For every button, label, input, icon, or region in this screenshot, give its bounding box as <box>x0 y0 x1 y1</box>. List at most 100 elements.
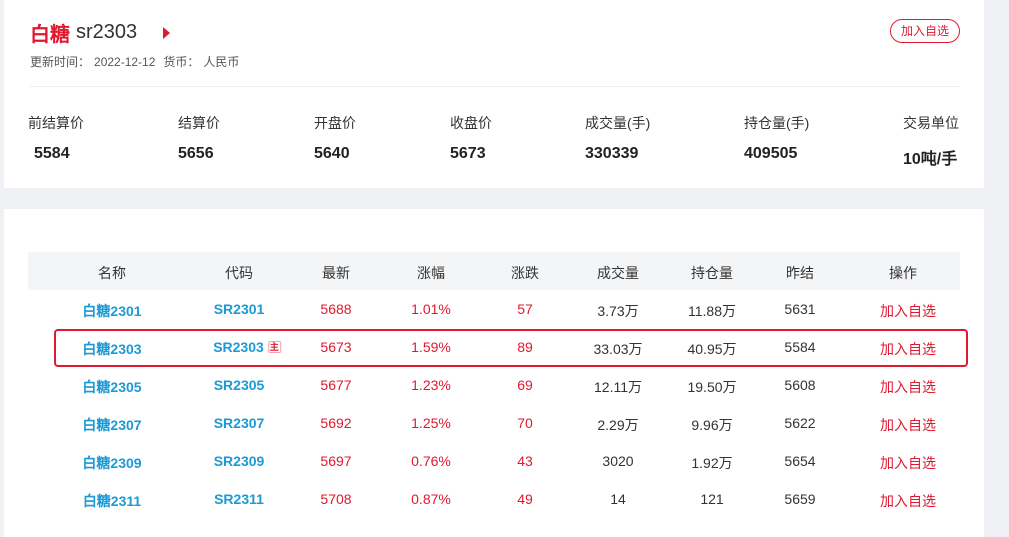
volume: 3020 <box>602 453 634 469</box>
stat-label: 开盘价 <box>314 115 356 131</box>
currency-label: 货币： <box>163 55 200 69</box>
contract-name-link[interactable]: 白糖2305 <box>82 377 141 397</box>
prev-settle: 5584 <box>784 339 816 355</box>
change-percent: 0.76% <box>411 453 451 469</box>
prev-settle: 5631 <box>784 301 816 317</box>
volume: 33.03万 <box>593 341 643 357</box>
change-percent: 1.01% <box>411 301 451 317</box>
update-time: 2022-12-12 <box>94 55 156 69</box>
table-row: 白糖2307 SR2307 5692 1.25% 70 2.29万 9.96万 5622 加入自… <box>28 404 960 442</box>
add-to-watchlist-link[interactable]: 加入自选 <box>880 491 936 511</box>
stat-volume: 成交量(手) 330339 <box>585 113 650 163</box>
stat-label: 结算价 <box>178 115 220 131</box>
column-header[interactable]: 代码 <box>225 263 253 283</box>
caret-right-icon[interactable] <box>163 26 171 39</box>
add-to-watchlist-link[interactable]: 加入自选 <box>880 301 936 321</box>
stat-label: 成交量(手) <box>585 115 651 131</box>
stat-label: 持仓量(手) <box>744 115 810 131</box>
stat-value: 330339 <box>585 145 639 162</box>
table-header: 名称 代码 最新 涨幅 涨跌 成交量 持仓量 昨结 操作 <box>28 252 960 290</box>
meta-info: 更新时间： 2022-12-12 货币： 人民币 <box>30 53 243 70</box>
contract-code-link[interactable]: SR2303 主 <box>213 339 281 355</box>
stat-label: 前结算价 <box>28 115 84 131</box>
stat-settle: 结算价 5656 <box>178 113 220 163</box>
prev-settle: 5654 <box>784 453 816 469</box>
column-header[interactable]: 名称 <box>98 263 126 283</box>
contract-summary-card: 白糖 sr2303 更新时间： 2022-12-12 货币： 人民币 加入自选 前结算… <box>4 0 984 188</box>
contract-name-link[interactable]: 白糖2301 <box>82 301 141 321</box>
contract-title: 白糖 sr2303 <box>30 18 171 47</box>
stat-open-interest: 持仓量(手) 409505 <box>744 113 809 163</box>
contract-code-text[interactable]: SR2303 <box>213 339 264 355</box>
contract-name-link[interactable]: 白糖2309 <box>82 453 141 473</box>
change-value: 49 <box>517 491 533 507</box>
change-percent: 0.87% <box>411 491 451 507</box>
open-interest: 40.95万 <box>687 341 737 357</box>
table-row: 白糖2309 SR2309 5697 0.76% 43 3020 1.92万 5654 加入自选 <box>28 442 960 480</box>
latest-price: 5697 <box>320 453 352 469</box>
open-interest: 121 <box>700 491 724 507</box>
add-to-watchlist-link[interactable]: 加入自选 <box>880 339 936 359</box>
column-header[interactable]: 最新 <box>322 263 350 283</box>
table-row: 白糖2311 SR2311 5708 0.87% 49 14 121 5659 加入自选 <box>28 480 960 518</box>
open-interest: 9.96万 <box>691 417 733 433</box>
stat-close: 收盘价 5673 <box>450 113 492 163</box>
prev-settle: 5659 <box>784 491 816 507</box>
change-value: 69 <box>517 377 533 393</box>
add-to-watchlist-link[interactable]: 加入自选 <box>880 453 936 473</box>
contract-code-link[interactable]: SR2305 <box>214 377 265 393</box>
stat-value: 5656 <box>178 145 214 162</box>
stat-prev-settle: 前结算价 5584 <box>28 113 84 163</box>
column-header[interactable]: 昨结 <box>786 263 814 283</box>
add-to-watchlist-link[interactable]: 加入自选 <box>880 415 936 435</box>
change-value: 57 <box>517 301 533 317</box>
contract-code-link[interactable]: SR2301 <box>214 301 265 317</box>
stat-value: 409505 <box>744 145 798 162</box>
latest-price: 5677 <box>320 377 352 393</box>
volume: 3.73万 <box>597 303 639 319</box>
open-interest: 1.92万 <box>691 455 733 471</box>
contract-code: sr2303 <box>76 21 138 43</box>
product-name: 白糖 <box>30 24 70 46</box>
prev-settle: 5622 <box>784 415 816 431</box>
column-header[interactable]: 涨幅 <box>417 263 445 283</box>
stat-label: 交易单位 <box>903 115 959 131</box>
currency: 人民币 <box>203 55 240 69</box>
add-to-watchlist-link[interactable]: 加入自选 <box>880 377 936 397</box>
contract-code-link[interactable]: SR2309 <box>214 453 265 469</box>
column-header[interactable]: 持仓量 <box>691 263 733 283</box>
main-contract-badge: 主 <box>267 341 281 353</box>
add-to-watchlist-button[interactable]: 加入自选 <box>890 19 960 43</box>
volume: 14 <box>610 491 626 507</box>
stat-trading-unit: 交易单位 10吨/手 <box>903 113 959 169</box>
open-interest: 11.88万 <box>688 303 736 319</box>
change-value: 89 <box>517 339 533 355</box>
change-percent: 1.59% <box>411 339 451 355</box>
change-value: 70 <box>517 415 533 431</box>
contract-name-link[interactable]: 白糖2307 <box>82 415 141 435</box>
stat-open: 开盘价 5640 <box>314 113 356 163</box>
contract-code-link[interactable]: SR2311 <box>214 491 264 507</box>
column-header: 操作 <box>889 265 917 281</box>
contract-name-link[interactable]: 白糖2311 <box>83 491 141 511</box>
open-interest: 19.50万 <box>687 379 737 395</box>
latest-price: 5692 <box>320 415 352 431</box>
table-row: 白糖2305 SR2305 5677 1.23% 69 12.11万 19.50万 5608 加… <box>28 366 960 404</box>
volume: 2.29万 <box>597 417 639 433</box>
change-percent: 1.23% <box>411 377 451 393</box>
stat-value: 5673 <box>450 145 486 162</box>
update-time-label: 更新时间： <box>30 55 91 69</box>
table-row: 白糖2303 SR2303 主 5673 1.59% 89 33.03万 40.95万 5584… <box>28 328 960 366</box>
column-header[interactable]: 成交量 <box>597 263 639 283</box>
column-header[interactable]: 涨跌 <box>511 263 539 283</box>
latest-price: 5708 <box>320 491 352 507</box>
contracts-table-card: 名称 代码 最新 涨幅 涨跌 成交量 持仓量 昨结 操作 白糖2301 SR230… <box>4 209 984 537</box>
stat-value: 5640 <box>314 145 350 162</box>
volume: 12.11万 <box>594 379 642 395</box>
change-percent: 1.25% <box>411 415 451 431</box>
divider <box>30 86 960 87</box>
stat-value: 10吨/手 <box>903 151 958 168</box>
contract-name-link[interactable]: 白糖2303 <box>82 339 141 359</box>
stat-label: 收盘价 <box>450 115 492 131</box>
contract-code-link[interactable]: SR2307 <box>214 415 265 431</box>
